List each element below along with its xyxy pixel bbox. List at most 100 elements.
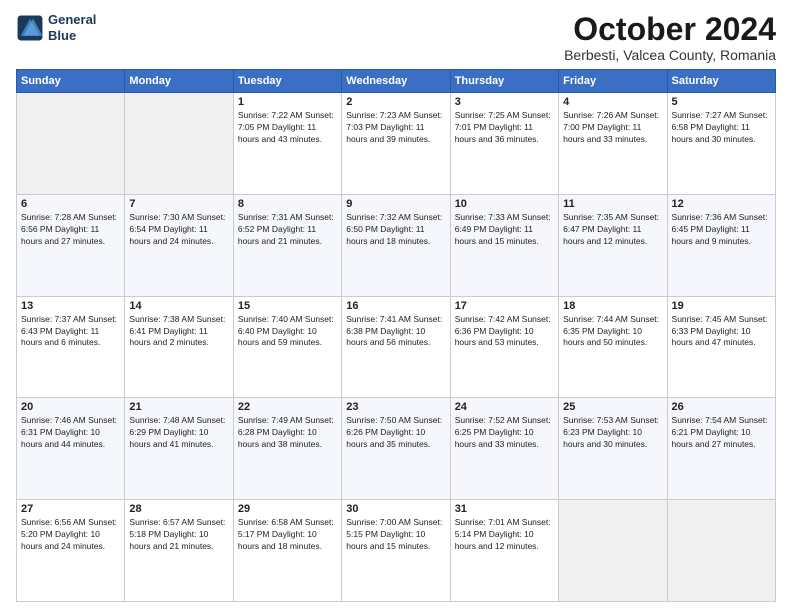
day-number: 22 [238,401,337,413]
table-row: 17 Sunrise: 7:42 AM Sunset: 6:36 PM Dayli… [450,296,558,398]
day-number: 20 [21,401,120,413]
table-row: 9 Sunrise: 7:32 AM Sunset: 6:50 PM Daylig… [342,194,450,296]
day-info: Sunrise: 7:35 AM Sunset: 6:47 PM Dayligh… [563,212,662,248]
table-row: 6 Sunrise: 7:28 AM Sunset: 6:56 PM Daylig… [17,194,125,296]
table-row: 3 Sunrise: 7:25 AM Sunset: 7:01 PM Daylig… [450,93,558,195]
day-number: 19 [672,300,771,312]
table-row: 10Sunrise: 7:33 AM Sunset: 6:49 PM Dayli… [450,194,558,296]
day-info: Sunrise: 7:50 AM Sunset: 6:26 PM Dayligh… [346,415,445,451]
table-row: 5Sunrise: 7:27 AM Sunset: 6:58 PM Daylig… [667,93,775,195]
day-info: Sunrise: 7:42 AM Sunset: 6:36 PM Dayligh… [455,314,554,350]
table-row: 22 Sunrise: 7:49 AM Sunset: 6:28 PM Dayli… [233,398,341,500]
day-number: 2 [346,96,445,108]
day-number: 24 [455,401,554,413]
col-wednesday: Wednesday [342,70,450,93]
table-row: 21 Sunrise: 7:48 AM Sunset: 6:29 PM Dayli… [125,398,233,500]
table-row: 13Sunrise: 7:37 AM Sunset: 6:43 PM Dayli… [17,296,125,398]
col-thursday: Thursday [450,70,558,93]
day-number: 16 [346,300,445,312]
day-number: 25 [563,401,662,413]
day-info: Sunrise: 7:31 AM Sunset: 6:52 PM Dayligh… [238,212,337,248]
day-info: Sunrise: 7:37 AM Sunset: 6:43 PM Dayligh… [21,314,120,350]
table-row: 27 Sunrise: 6:56 AM Sunset: 5:20 PM Dayli… [17,500,125,602]
table-row: 18 Sunrise: 7:44 AM Sunset: 6:35 PM Dayli… [559,296,667,398]
day-number: 1 [238,96,337,108]
day-number: 27 [21,503,120,515]
table-row: 25Sunrise: 7:53 AM Sunset: 6:23 PM Dayli… [559,398,667,500]
table-row: 29Sunrise: 6:58 AM Sunset: 5:17 PM Dayli… [233,500,341,602]
calendar-table: Sunday Monday Tuesday Wednesday Thursday… [16,69,776,602]
day-number: 3 [455,96,554,108]
table-row [559,500,667,602]
day-number: 14 [129,300,228,312]
day-number: 15 [238,300,337,312]
table-row: 15 Sunrise: 7:40 AM Sunset: 6:40 PM Dayli… [233,296,341,398]
day-info: Sunrise: 7:26 AM Sunset: 7:00 PM Dayligh… [563,110,662,146]
logo-icon [16,14,44,42]
table-row: 31 Sunrise: 7:01 AM Sunset: 5:14 PM Dayli… [450,500,558,602]
day-number: 31 [455,503,554,515]
table-row: 24 Sunrise: 7:52 AM Sunset: 6:25 PM Dayli… [450,398,558,500]
header: General Blue October 2024 Berbesti, Valc… [16,12,776,63]
day-info: Sunrise: 7:48 AM Sunset: 6:29 PM Dayligh… [129,415,228,451]
day-info: Sunrise: 7:22 AM Sunset: 7:05 PM Dayligh… [238,110,337,146]
day-info: Sunrise: 7:41 AM Sunset: 6:38 PM Dayligh… [346,314,445,350]
calendar-week-2: 6 Sunrise: 7:28 AM Sunset: 6:56 PM Daylig… [17,194,776,296]
day-number: 17 [455,300,554,312]
day-number: 21 [129,401,228,413]
day-info: Sunrise: 7:01 AM Sunset: 5:14 PM Dayligh… [455,517,554,553]
day-info: Sunrise: 7:52 AM Sunset: 6:25 PM Dayligh… [455,415,554,451]
day-number: 26 [672,401,771,413]
day-number: 5 [672,96,771,108]
day-info: Sunrise: 7:49 AM Sunset: 6:28 PM Dayligh… [238,415,337,451]
table-row: 28Sunrise: 6:57 AM Sunset: 5:18 PM Dayli… [125,500,233,602]
day-number: 9 [346,198,445,210]
table-row: 7 Sunrise: 7:30 AM Sunset: 6:54 PM Daylig… [125,194,233,296]
col-monday: Monday [125,70,233,93]
day-number: 10 [455,198,554,210]
header-row: Sunday Monday Tuesday Wednesday Thursday… [17,70,776,93]
table-row [125,93,233,195]
logo: General Blue [16,12,96,43]
day-info: Sunrise: 7:36 AM Sunset: 6:45 PM Dayligh… [672,212,771,248]
day-info: Sunrise: 7:00 AM Sunset: 5:15 PM Dayligh… [346,517,445,553]
day-number: 23 [346,401,445,413]
table-row: 8 Sunrise: 7:31 AM Sunset: 6:52 PM Daylig… [233,194,341,296]
day-info: Sunrise: 7:28 AM Sunset: 6:56 PM Dayligh… [21,212,120,248]
day-info: Sunrise: 7:30 AM Sunset: 6:54 PM Dayligh… [129,212,228,248]
day-number: 18 [563,300,662,312]
day-number: 8 [238,198,337,210]
day-number: 6 [21,198,120,210]
day-info: Sunrise: 7:32 AM Sunset: 6:50 PM Dayligh… [346,212,445,248]
table-row: 14 Sunrise: 7:38 AM Sunset: 6:41 PM Dayli… [125,296,233,398]
day-info: Sunrise: 6:57 AM Sunset: 5:18 PM Dayligh… [129,517,228,553]
col-friday: Friday [559,70,667,93]
day-number: 11 [563,198,662,210]
table-row [667,500,775,602]
day-info: Sunrise: 7:40 AM Sunset: 6:40 PM Dayligh… [238,314,337,350]
main-title: October 2024 [564,12,776,47]
calendar-week-1: 1 Sunrise: 7:22 AM Sunset: 7:05 PM Daylig… [17,93,776,195]
table-row: 2 Sunrise: 7:23 AM Sunset: 7:03 PM Daylig… [342,93,450,195]
table-row: 20Sunrise: 7:46 AM Sunset: 6:31 PM Dayli… [17,398,125,500]
day-info: Sunrise: 6:56 AM Sunset: 5:20 PM Dayligh… [21,517,120,553]
col-sunday: Sunday [17,70,125,93]
table-row: 12Sunrise: 7:36 AM Sunset: 6:45 PM Dayli… [667,194,775,296]
table-row: 1 Sunrise: 7:22 AM Sunset: 7:05 PM Daylig… [233,93,341,195]
table-row [17,93,125,195]
day-info: Sunrise: 7:44 AM Sunset: 6:35 PM Dayligh… [563,314,662,350]
table-row: 23 Sunrise: 7:50 AM Sunset: 6:26 PM Dayli… [342,398,450,500]
day-number: 4 [563,96,662,108]
table-row: 30Sunrise: 7:00 AM Sunset: 5:15 PM Dayli… [342,500,450,602]
table-row: 19 Sunrise: 7:45 AM Sunset: 6:33 PM Dayli… [667,296,775,398]
col-saturday: Saturday [667,70,775,93]
calendar-week-4: 20Sunrise: 7:46 AM Sunset: 6:31 PM Dayli… [17,398,776,500]
day-info: Sunrise: 7:38 AM Sunset: 6:41 PM Dayligh… [129,314,228,350]
day-info: Sunrise: 7:54 AM Sunset: 6:21 PM Dayligh… [672,415,771,451]
day-info: Sunrise: 7:25 AM Sunset: 7:01 PM Dayligh… [455,110,554,146]
day-info: Sunrise: 7:45 AM Sunset: 6:33 PM Dayligh… [672,314,771,350]
day-number: 7 [129,198,228,210]
subtitle: Berbesti, Valcea County, Romania [564,47,776,63]
table-row: 26 Sunrise: 7:54 AM Sunset: 6:21 PM Dayli… [667,398,775,500]
day-info: Sunrise: 7:23 AM Sunset: 7:03 PM Dayligh… [346,110,445,146]
